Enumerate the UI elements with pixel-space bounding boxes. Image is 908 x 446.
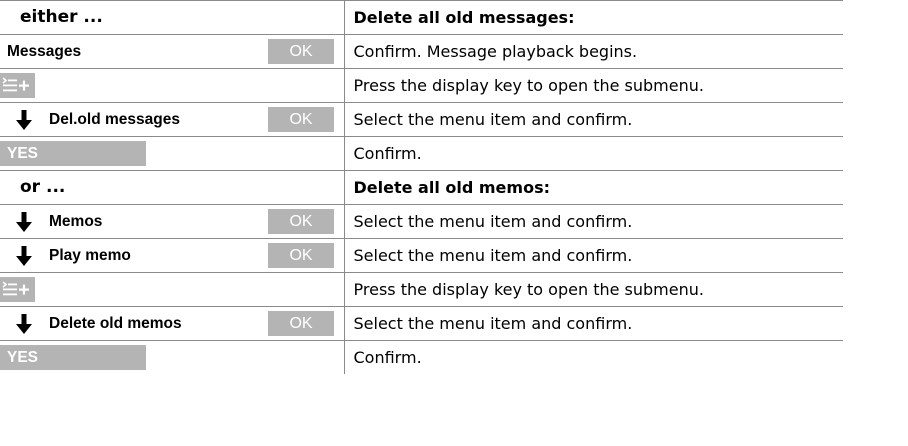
menu-item-label: Memos [49, 213, 103, 230]
table-row: or ... Delete all old memos: [0, 170, 843, 205]
table-row: Del.old messages OK Select the menu item… [0, 102, 843, 137]
step-description: Select the menu item and confirm. [353, 246, 633, 265]
table-row: YES Confirm. [0, 340, 843, 374]
description-cell: Confirm. [343, 340, 843, 374]
step-description: Press the display key to open the submen… [353, 280, 704, 299]
instruction-table-body: either ... Delete all old messages: Mess… [0, 0, 843, 374]
action-cell [0, 272, 345, 307]
action-cell [0, 68, 345, 103]
description-cell: Select the menu item and confirm. [343, 306, 843, 341]
action-cell: YES [0, 340, 345, 374]
step-description: Press the display key to open the submen… [353, 76, 704, 95]
action-cell: or ... [0, 170, 345, 205]
instruction-table: either ... Delete all old messages: Mess… [0, 0, 843, 374]
action-cell: either ... [0, 0, 345, 35]
description-cell: Select the menu item and confirm. [343, 102, 843, 137]
ok-key: OK [268, 39, 334, 64]
action-cell: Delete old memos OK [0, 306, 345, 341]
description-cell: Select the menu item and confirm. [343, 204, 843, 239]
action-cell: Del.old messages OK [0, 102, 345, 137]
branch-label: or ... [20, 177, 66, 197]
yes-key: YES [0, 345, 146, 370]
ok-key: OK [268, 209, 334, 234]
description-cell: Press the display key to open the submen… [343, 272, 843, 307]
table-row: Press the display key to open the submen… [0, 272, 843, 307]
description-cell: Delete all old messages: [343, 0, 843, 35]
section-heading: Delete all old memos: [353, 178, 550, 197]
menu-item-label: Messages [7, 43, 82, 60]
action-cell: Messages OK [0, 34, 345, 69]
step-description: Select the menu item and confirm. [353, 212, 633, 231]
description-cell: Press the display key to open the submen… [343, 68, 843, 103]
table-row: Memos OK Select the menu item and confir… [0, 204, 843, 239]
step-description: Confirm. Message playback begins. [353, 42, 638, 61]
step-description: Select the menu item and confirm. [353, 314, 633, 333]
submenu-key-icon [0, 73, 35, 98]
step-description: Select the menu item and confirm. [353, 110, 633, 129]
menu-item-label: Play memo [49, 247, 131, 264]
table-row: Press the display key to open the submen… [0, 68, 843, 103]
ok-key: OK [268, 311, 334, 336]
action-cell: Play memo OK [0, 238, 345, 273]
menu-item-label: Delete old memos [49, 315, 182, 332]
yes-key: YES [0, 141, 146, 166]
submenu-key-icon [0, 277, 35, 302]
ok-key: OK [268, 243, 334, 268]
table-row: Delete old memos OK Select the menu item… [0, 306, 843, 341]
arrow-down-icon [16, 314, 32, 334]
description-cell: Confirm. [343, 136, 843, 171]
arrow-down-icon [16, 246, 32, 266]
arrow-down-icon [16, 212, 32, 232]
table-row: Play memo OK Select the menu item and co… [0, 238, 843, 273]
step-description: Confirm. [353, 144, 422, 163]
description-cell: Select the menu item and confirm. [343, 238, 843, 273]
ok-key: OK [268, 107, 334, 132]
table-row: Messages OK Confirm. Message playback be… [0, 34, 843, 69]
arrow-down-icon [16, 110, 32, 130]
table-row: YES Confirm. [0, 136, 843, 171]
step-description: Confirm. [353, 348, 422, 367]
menu-item-label: Del.old messages [49, 111, 180, 128]
description-cell: Delete all old memos: [343, 170, 843, 205]
table-row: either ... Delete all old messages: [0, 0, 843, 35]
action-cell: Memos OK [0, 204, 345, 239]
branch-label: either ... [20, 7, 103, 27]
action-cell: YES [0, 136, 345, 171]
description-cell: Confirm. Message playback begins. [343, 34, 843, 69]
section-heading: Delete all old messages: [353, 8, 575, 27]
